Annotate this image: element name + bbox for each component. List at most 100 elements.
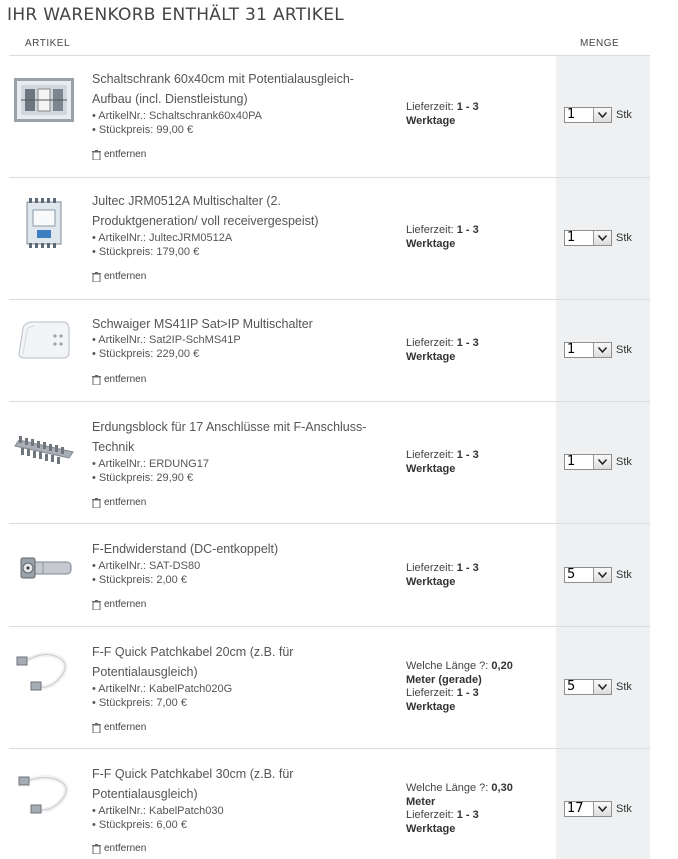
quantity-select[interactable]: 1 (564, 230, 612, 246)
quantity-control: 1 Stk (564, 230, 632, 246)
chevron-down-icon (593, 680, 611, 694)
remove-button[interactable]: entfernen (92, 271, 146, 282)
delivery-info: Lieferzeit: 1 - 3 Werktage (406, 224, 479, 250)
delivery-info: Lieferzeit: 1 - 3 Werktage (406, 562, 479, 588)
product-image[interactable] (13, 542, 75, 594)
grounding-block-icon (14, 436, 74, 464)
artikel-nr: ERDUNG17 (149, 458, 209, 470)
quantity-select[interactable]: 1 (564, 342, 612, 358)
quantity-select[interactable]: 17 (564, 801, 612, 817)
quantity-control: 1 Stk (564, 454, 632, 470)
remove-button[interactable]: entfernen (92, 374, 146, 385)
product-meta: • ArtikelNr.: KabelPatch030 • Stückpreis… (92, 805, 224, 831)
product-image[interactable] (13, 314, 75, 366)
unit-label: Stk (616, 456, 632, 468)
product-name[interactable]: F-F Quick Patchkabel 20cm (z.B. für Pote… (92, 642, 392, 682)
delivery-info: Welche Länge ?: 0,20 Meter (gerade) Lief… (406, 660, 513, 713)
unit-price: 229,00 € (156, 348, 200, 360)
quantity-select[interactable]: 5 (564, 567, 612, 583)
chevron-down-icon (593, 343, 611, 357)
artikel-nr: JultecJRM0512A (149, 232, 233, 244)
product-name[interactable]: Schaltschrank 60x40cm mit Potentialausgl… (92, 69, 392, 109)
chevron-down-icon (593, 568, 611, 582)
product-meta: • ArtikelNr.: SAT-DS80 • Stückpreis: 2,0… (92, 560, 201, 586)
cart-item: F-F Quick Patchkabel 30cm (z.B. für Pote… (9, 749, 650, 859)
trash-icon (92, 374, 101, 385)
product-image[interactable] (13, 645, 75, 697)
product-image[interactable] (13, 74, 75, 126)
unit-price: 179,00 € (156, 246, 200, 258)
chevron-down-icon (593, 231, 611, 245)
cart-item: Erdungsblock für 17 Anschlüsse mit F-Ans… (9, 402, 650, 524)
unit-label: Stk (616, 232, 632, 244)
product-name[interactable]: Erdungsblock für 17 Anschlüsse mit F-Ans… (92, 417, 392, 457)
chevron-down-icon (593, 455, 611, 469)
delivery-info: Lieferzeit: 1 - 3 Werktage (406, 101, 479, 127)
unit-price: 29,90 € (156, 472, 194, 484)
satip-device-icon (18, 321, 70, 359)
product-image[interactable] (13, 767, 75, 819)
quantity-select[interactable]: 5 (564, 679, 612, 695)
unit-label: Stk (616, 109, 632, 121)
quantity-select[interactable]: 1 (564, 454, 612, 470)
remove-button[interactable]: entfernen (92, 599, 146, 610)
trash-icon (92, 722, 101, 733)
trash-icon (92, 271, 101, 282)
product-meta: • ArtikelNr.: ERDUNG17 • Stückpreis: 29,… (92, 458, 209, 484)
quantity-control: 5 Stk (564, 679, 632, 695)
product-meta: • ArtikelNr.: KabelPatch020G • Stückprei… (92, 683, 233, 709)
table-header: ARTIKEL MENGE (9, 37, 650, 56)
unit-label: Stk (616, 681, 632, 693)
product-meta: • ArtikelNr.: JultecJRM0512A • Stückprei… (92, 232, 233, 258)
artikel-nr: SAT-DS80 (149, 560, 201, 572)
cart-item: Schaltschrank 60x40cm mit Potentialausgl… (9, 56, 650, 178)
unit-label: Stk (616, 344, 632, 356)
unit-label: Stk (616, 569, 632, 581)
unit-price: 7,00 € (156, 697, 187, 709)
delivery-info: Welche Länge ?: 0,30 Meter Lieferzeit: 1… (406, 782, 513, 835)
unit-price: 2,00 € (156, 574, 187, 586)
cart-item: Jultec JRM0512A Multischalter (2. Produk… (9, 178, 650, 300)
product-name[interactable]: Jultec JRM0512A Multischalter (2. Produk… (92, 191, 392, 231)
cart-item: F-F Quick Patchkabel 20cm (z.B. für Pote… (9, 627, 650, 749)
quantity-control: 17 Stk (564, 801, 632, 817)
remove-button[interactable]: entfernen (92, 722, 146, 733)
artikel-nr: KabelPatch020G (149, 683, 233, 695)
remove-button[interactable]: entfernen (92, 497, 146, 508)
chevron-down-icon (593, 108, 611, 122)
trash-icon (92, 497, 101, 508)
length-value: 0,30 (491, 782, 513, 794)
trash-icon (92, 599, 101, 610)
trash-icon (92, 149, 101, 160)
product-name[interactable]: Schwaiger MS41IP Sat>IP Multischalter (92, 314, 392, 334)
trash-icon (92, 843, 101, 854)
cabinet-icon (14, 78, 74, 122)
product-image[interactable] (13, 196, 75, 248)
quantity-control: 1 Stk (564, 107, 632, 123)
terminator-icon (20, 557, 72, 579)
quantity-select[interactable]: 1 (564, 107, 612, 123)
product-meta: • ArtikelNr.: Schaltschrank60x40PA • Stü… (92, 110, 262, 136)
delivery-info: Lieferzeit: 1 - 3 Werktage (406, 337, 479, 363)
cart-item: Schwaiger MS41IP Sat>IP Multischalter • … (9, 300, 650, 402)
unit-label: Stk (616, 803, 632, 815)
remove-button[interactable]: entfernen (92, 149, 146, 160)
column-header-artikel: ARTIKEL (25, 38, 70, 49)
product-meta: • ArtikelNr.: Sat2IP-SchMS41P • Stückpre… (92, 334, 241, 360)
page-title: IHR WARENKORB ENTHÄLT 31 ARTIKEL (7, 5, 345, 25)
quantity-control: 5 Stk (564, 567, 632, 583)
product-image[interactable] (13, 420, 75, 472)
artikel-nr: Schaltschrank60x40PA (149, 110, 262, 122)
artikel-nr: KabelPatch030 (149, 805, 224, 817)
unit-price: 99,00 € (156, 124, 194, 136)
chevron-down-icon (593, 802, 611, 816)
column-header-menge: MENGE (580, 38, 620, 49)
product-name[interactable]: F-Endwiderstand (DC-entkoppelt) (92, 539, 392, 559)
artikel-nr: Sat2IP-SchMS41P (149, 334, 241, 346)
patch-cable-icon (18, 775, 69, 814)
remove-button[interactable]: entfernen (92, 843, 146, 854)
unit-price: 6,00 € (156, 819, 187, 831)
length-value: 0,20 (491, 660, 513, 672)
delivery-info: Lieferzeit: 1 - 3 Werktage (406, 449, 479, 475)
product-name[interactable]: F-F Quick Patchkabel 30cm (z.B. für Pote… (92, 764, 392, 804)
